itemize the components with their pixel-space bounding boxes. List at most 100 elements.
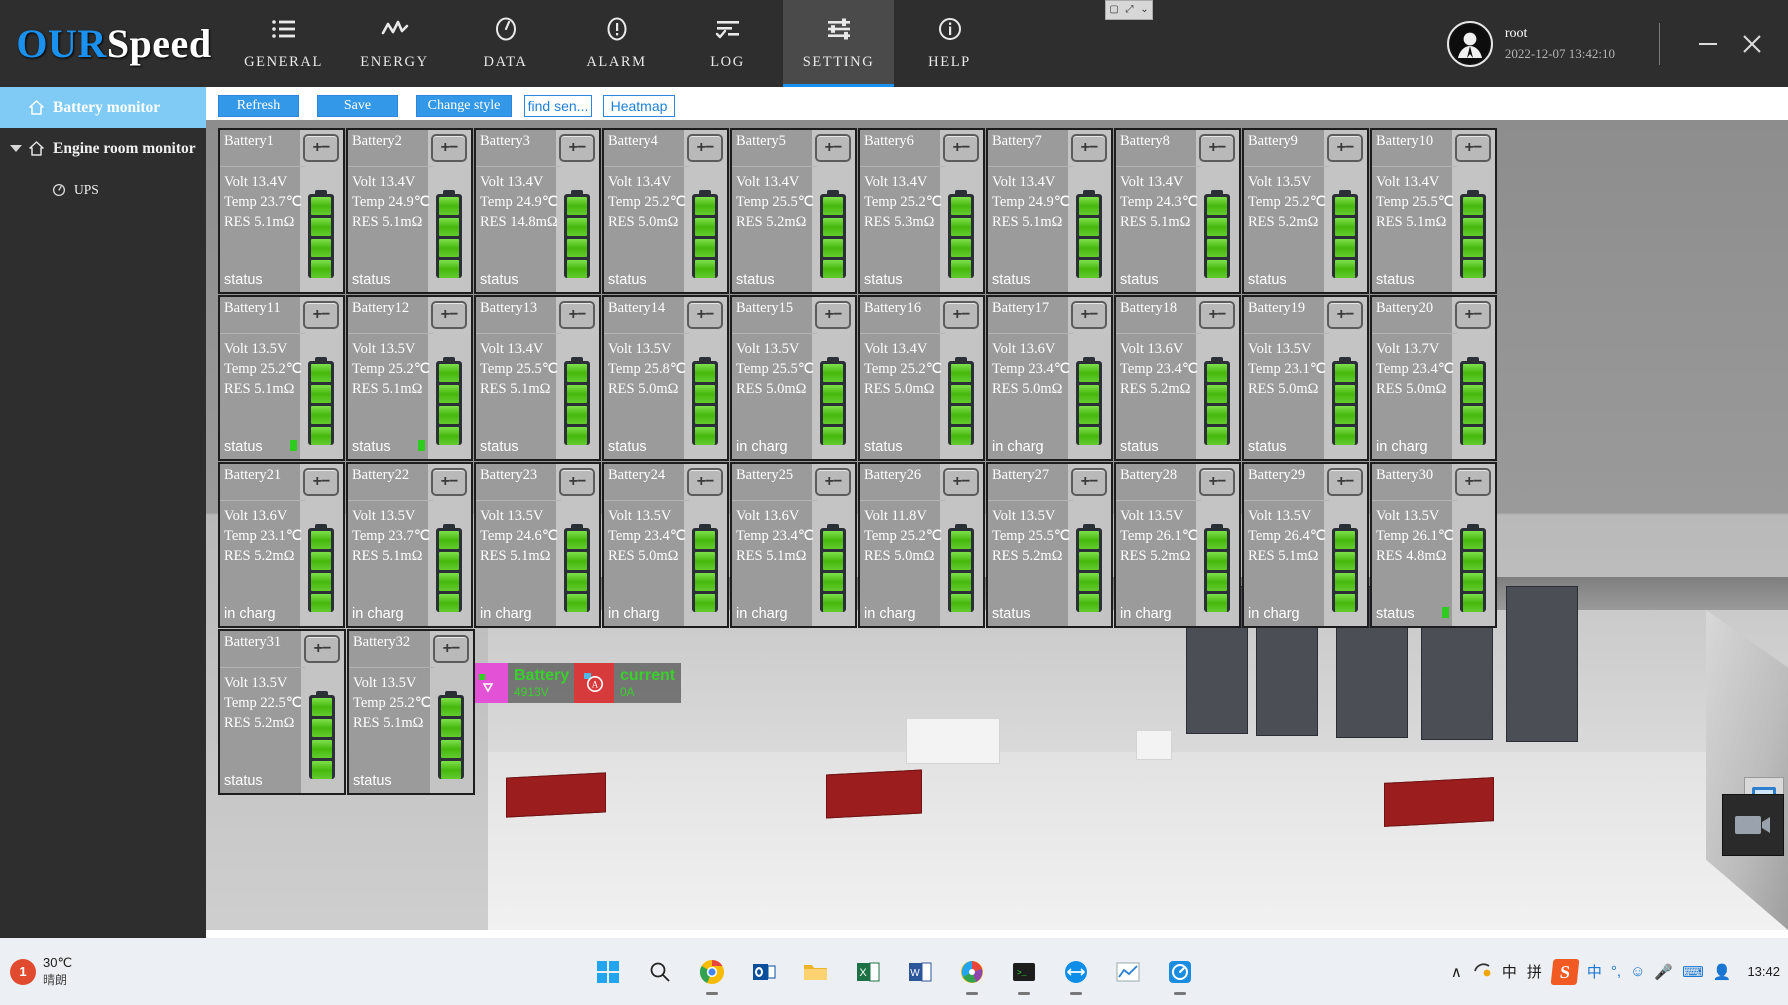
outlook-icon[interactable] (747, 955, 781, 989)
battery-adjust-button[interactable]: +− (431, 134, 467, 162)
battery-adjust-button[interactable]: +− (1327, 468, 1363, 496)
terminal-icon[interactable]: >_ (1007, 955, 1041, 989)
battery-card[interactable]: Battery19+−Volt 13.5VTemp 23.1℃RES 5.0mΩ… (1242, 295, 1369, 461)
battery-card[interactable]: Battery6+−Volt 13.4VTemp 25.2℃RES 5.3mΩs… (858, 128, 985, 294)
battery-card[interactable]: Battery31+−Volt 13.5VTemp 22.5℃RES 5.2mΩ… (218, 629, 346, 795)
battery-card[interactable]: Battery1+−Volt 13.4VTemp 23.7℃RES 5.1mΩs… (218, 128, 345, 294)
battery-adjust-button[interactable]: +− (943, 468, 979, 496)
nav-item-log[interactable]: LOG (672, 0, 783, 87)
battery-card[interactable]: Battery10+−Volt 13.4VTemp 25.5℃RES 5.1mΩ… (1370, 128, 1497, 294)
camera-preview[interactable] (1722, 794, 1784, 856)
refresh-button[interactable]: Refresh (218, 95, 299, 117)
battery-adjust-button[interactable]: +− (687, 134, 723, 162)
battery-card[interactable]: Battery21+−Volt 13.6VTemp 23.1℃RES 5.2mΩ… (218, 462, 345, 628)
battery-card[interactable]: Battery9+−Volt 13.5VTemp 25.2℃RES 5.2mΩs… (1242, 128, 1369, 294)
ime-cn-indicator[interactable]: 中 (1502, 961, 1517, 982)
battery-adjust-button[interactable]: +− (304, 635, 340, 663)
battery-card[interactable]: Battery8+−Volt 13.4VTemp 24.3℃RES 5.1mΩs… (1114, 128, 1241, 294)
expand-icon[interactable]: ⤢ (1126, 5, 1134, 15)
battery-adjust-button[interactable]: +− (815, 468, 851, 496)
chevron-down-icon[interactable]: ⌄ (1140, 5, 1148, 15)
battery-adjust-button[interactable]: +− (1071, 468, 1107, 496)
avatar[interactable] (1447, 21, 1493, 67)
battery-adjust-button[interactable]: +− (1327, 134, 1363, 162)
battery-adjust-button[interactable]: +− (1199, 301, 1235, 329)
word-icon[interactable]: W (903, 955, 937, 989)
battery-adjust-button[interactable]: +− (1455, 301, 1491, 329)
sogou-user-icon[interactable]: 👤 (1713, 963, 1732, 981)
taskbar-clock[interactable]: 13:42 (1747, 964, 1780, 980)
battery-card[interactable]: Battery26+−Volt 11.8VTemp 25.2℃RES 5.0mΩ… (858, 462, 985, 628)
battery-adjust-button[interactable]: +− (1327, 301, 1363, 329)
photos-icon[interactable] (955, 955, 989, 989)
battery-card[interactable]: Battery27+−Volt 13.5VTemp 25.5℃RES 5.2mΩ… (986, 462, 1113, 628)
sidebar-item-engine-room-monitor[interactable]: Engine room monitor (0, 128, 206, 169)
battery-adjust-button[interactable]: +− (433, 635, 469, 663)
ime-pinyin-indicator[interactable]: 拼 (1527, 961, 1542, 982)
ourspeed-app-icon[interactable] (1163, 955, 1197, 989)
battery-adjust-button[interactable]: +− (943, 301, 979, 329)
minimize-button[interactable] (1686, 22, 1730, 66)
chart-app-icon[interactable] (1111, 955, 1145, 989)
battery-adjust-button[interactable]: +− (815, 301, 851, 329)
sogou-mic-icon[interactable]: 🎤 (1654, 963, 1673, 981)
sogou-keyboard-icon[interactable]: ⌨ (1682, 963, 1704, 981)
battery-card[interactable]: Battery25+−Volt 13.6VTemp 23.4℃RES 5.1mΩ… (730, 462, 857, 628)
battery-adjust-button[interactable]: +− (559, 301, 595, 329)
battery-card[interactable]: Battery3+−Volt 13.4VTemp 24.9℃RES 14.8mΩ… (474, 128, 601, 294)
battery-card[interactable]: Battery16+−Volt 13.4VTemp 25.2℃RES 5.0mΩ… (858, 295, 985, 461)
sogou-mode-cn[interactable]: 中 (1587, 961, 1602, 982)
chrome-icon[interactable] (695, 955, 729, 989)
battery-card[interactable]: Battery13+−Volt 13.4VTemp 25.5℃RES 5.1mΩ… (474, 295, 601, 461)
restore-icon[interactable]: ▢ (1109, 5, 1118, 15)
battery-adjust-button[interactable]: +− (1455, 134, 1491, 162)
battery-adjust-button[interactable]: +− (1455, 468, 1491, 496)
battery-adjust-button[interactable]: +− (303, 468, 339, 496)
battery-card[interactable]: Battery18+−Volt 13.6VTemp 23.4℃RES 5.2mΩ… (1114, 295, 1241, 461)
search-icon[interactable] (643, 955, 677, 989)
battery-card[interactable]: Battery5+−Volt 13.4VTemp 25.5℃RES 5.2mΩs… (730, 128, 857, 294)
start-icon[interactable] (591, 955, 625, 989)
change-style-button[interactable]: Change style (416, 95, 512, 117)
battery-adjust-button[interactable]: +− (303, 301, 339, 329)
nav-item-energy[interactable]: ENERGY (339, 0, 450, 87)
battery-adjust-button[interactable]: +− (815, 134, 851, 162)
battery-adjust-button[interactable]: +− (1199, 468, 1235, 496)
nav-item-setting[interactable]: SETTING (783, 0, 894, 87)
battery-adjust-button[interactable]: +− (687, 301, 723, 329)
battery-adjust-button[interactable]: +− (431, 301, 467, 329)
battery-adjust-button[interactable]: +− (559, 134, 595, 162)
find-sensor-button[interactable]: find sen... (524, 95, 592, 117)
battery-card[interactable]: Battery17+−Volt 13.6VTemp 23.4℃RES 5.0mΩ… (986, 295, 1113, 461)
battery-card[interactable]: Battery32+−Volt 13.5VTemp 25.2℃RES 5.1mΩ… (347, 629, 475, 795)
heatmap-button[interactable]: Heatmap (603, 95, 675, 117)
sogou-punctuation-icon[interactable]: °, (1611, 963, 1621, 980)
sogou-emoji-icon[interactable]: ☺ (1630, 963, 1645, 980)
tray-chevron-up-icon[interactable]: ∧ (1451, 963, 1462, 981)
battery-adjust-button[interactable]: +− (559, 468, 595, 496)
battery-adjust-button[interactable]: +− (1071, 301, 1107, 329)
battery-card[interactable]: Battery29+−Volt 13.5VTemp 26.4℃RES 5.1mΩ… (1242, 462, 1369, 628)
chevron-down-icon[interactable] (10, 145, 22, 152)
battery-adjust-button[interactable]: +− (303, 134, 339, 162)
battery-card[interactable]: Battery22+−Volt 13.5VTemp 23.7℃RES 5.1mΩ… (346, 462, 473, 628)
battery-adjust-button[interactable]: +− (943, 134, 979, 162)
battery-card[interactable]: Battery11+−Volt 13.5VTemp 25.2℃RES 5.1mΩ… (218, 295, 345, 461)
battery-card[interactable]: Battery12+−Volt 13.5VTemp 25.2℃RES 5.1mΩ… (346, 295, 473, 461)
save-button[interactable]: Save (317, 95, 398, 117)
battery-card[interactable]: Battery2+−Volt 13.4VTemp 24.9℃RES 5.1mΩs… (346, 128, 473, 294)
battery-adjust-button[interactable]: +− (431, 468, 467, 496)
battery-card[interactable]: Battery4+−Volt 13.4VTemp 25.2℃RES 5.0mΩs… (602, 128, 729, 294)
nav-item-help[interactable]: HELP (894, 0, 1005, 87)
sidebar-item-ups[interactable]: UPS (0, 169, 206, 210)
battery-card[interactable]: Battery28+−Volt 13.5VTemp 26.1℃RES 5.2mΩ… (1114, 462, 1241, 628)
close-button[interactable] (1730, 22, 1774, 66)
battery-card[interactable]: Battery20+−Volt 13.7VTemp 23.4℃RES 5.0mΩ… (1370, 295, 1497, 461)
sidebar-item-battery-monitor[interactable]: Battery monitor (0, 87, 206, 128)
sogou-logo-icon[interactable]: S (1551, 959, 1580, 985)
battery-card[interactable]: Battery7+−Volt 13.4VTemp 24.9℃RES 5.1mΩs… (986, 128, 1113, 294)
nav-item-data[interactable]: DATA (450, 0, 561, 87)
nav-item-general[interactable]: GENERAL (228, 0, 339, 87)
battery-card[interactable]: Battery14+−Volt 13.5VTemp 25.8℃RES 5.0mΩ… (602, 295, 729, 461)
battery-adjust-button[interactable]: +− (687, 468, 723, 496)
